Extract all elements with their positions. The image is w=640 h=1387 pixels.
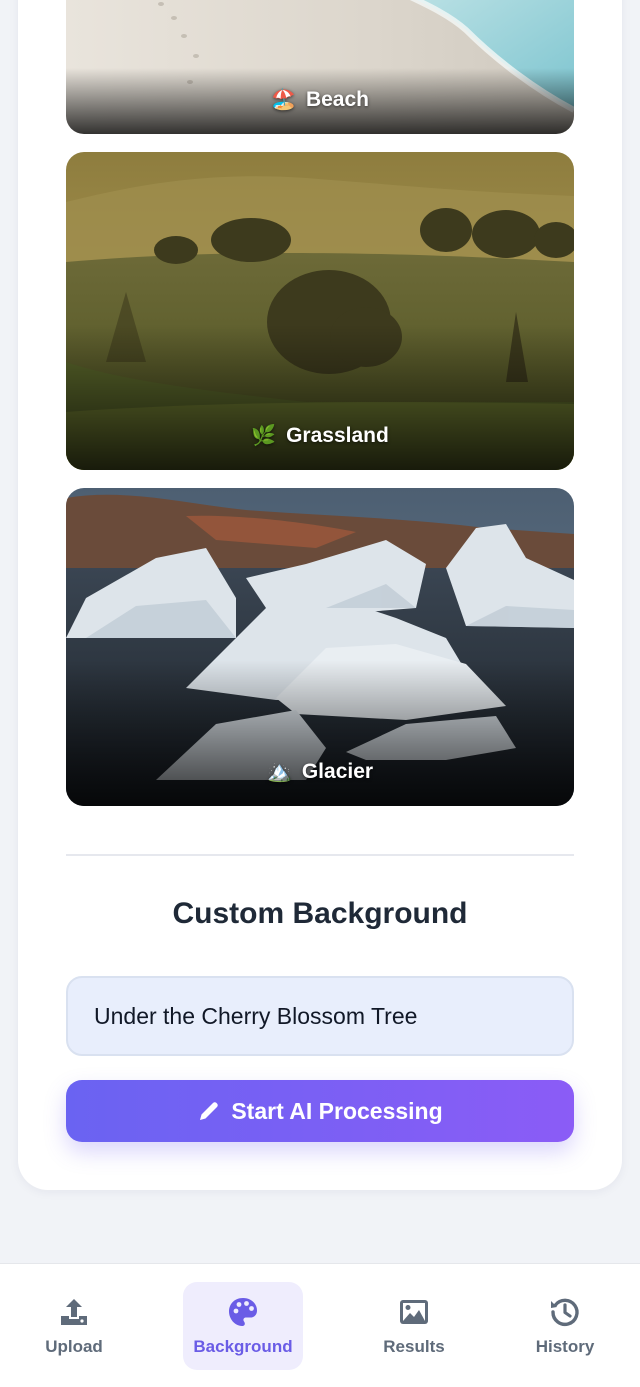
nav-label: History [535,1337,595,1356]
card-label: Glacier [301,760,374,783]
history-icon [551,1298,579,1327]
palette-icon [229,1298,257,1326]
app-screen: 🏖️ Beach 🌿 Grassland 🏔️ Glacier Custom B… [0,0,640,1387]
bottom-navigation: Upload Background Results History [0,1263,640,1387]
card-shade [66,659,574,806]
nav-history[interactable]: History [505,1282,625,1370]
nav-upload[interactable]: Upload [14,1282,134,1370]
nav-background[interactable]: Background [183,1282,303,1370]
start-ai-processing-button[interactable]: Start AI Processing [66,1080,574,1142]
mountain-icon: 🏔️ [266,761,292,783]
upload-icon [61,1299,87,1325]
custom-background-title: Custom Background [172,897,468,930]
image-icon [400,1300,428,1324]
custom-background-input[interactable] [66,976,574,1056]
start-button-label: Start AI Processing [231,1097,443,1124]
background-card-glacier[interactable]: 🏔️ Glacier [66,488,574,806]
card-shade [66,323,574,470]
beach-umbrella-icon: 🏖️ [271,89,296,111]
section-divider [66,854,574,856]
card-label: Beach [305,88,369,111]
card-caption: 🌿 Grassland [66,424,574,448]
nav-label: Background [193,1337,293,1356]
card-caption: 🏖️ Beach [66,88,574,112]
background-card-grassland[interactable]: 🌿 Grassland [66,152,574,470]
background-card-beach[interactable]: 🏖️ Beach [66,0,574,134]
herb-icon: 🌿 [251,425,277,447]
card-caption: 🏔️ Glacier [66,760,574,784]
card-label: Grassland [286,424,389,447]
nav-results[interactable]: Results [354,1282,474,1370]
nav-label: Results [383,1337,445,1356]
nav-label: Upload [45,1337,103,1356]
pencil-icon [197,1099,221,1123]
